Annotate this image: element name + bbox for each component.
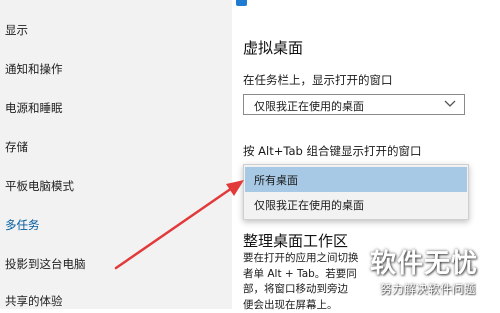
sidebar-item-display[interactable]: 显示 (5, 22, 28, 38)
alt-tab-option-current-desktop[interactable]: 仅限我正在使用的桌面 (245, 192, 467, 217)
taskbar-windows-label: 在任务栏上，显示打开的窗口 (243, 72, 393, 88)
taskbar-windows-dropdown[interactable]: 仅限我正在使用的桌面 (243, 94, 465, 115)
sidebar-item-shared-experiences[interactable]: 共享的体验 (5, 293, 63, 309)
virtual-desktops-title: 虚拟桌面 (243, 37, 303, 58)
chevron-down-icon (444, 99, 456, 109)
taskbar-windows-value: 仅限我正在使用的桌面 (254, 98, 364, 114)
alt-tab-option-label: 所有桌面 (254, 172, 298, 188)
alt-tab-option-label: 仅限我正在使用的桌面 (254, 197, 364, 213)
sidebar-item-storage[interactable]: 存储 (5, 139, 28, 155)
alt-tab-option-all-desktops[interactable]: 所有桌面 (245, 167, 467, 192)
watermark: 软件无忧 努力解决软件问题 (370, 243, 496, 303)
alt-tab-dropdown-list: 所有桌面 仅限我正在使用的桌面 (243, 164, 469, 220)
sidebar-item-project-to-pc[interactable]: 投影到这台电脑 (5, 256, 86, 272)
watermark-logo: 软件无忧 (370, 243, 490, 281)
alt-tab-label: 按 Alt+Tab 组合键显示打开的窗口 (243, 143, 422, 159)
sidebar-item-tablet-mode[interactable]: 平板电脑模式 (5, 178, 74, 194)
sidebar-item-notifications[interactable]: 通知和操作 (5, 61, 63, 77)
sidebar-item-multitasking[interactable]: 多任务 (5, 217, 40, 233)
sidebar-item-power-sleep[interactable]: 电源和睡眠 (5, 100, 63, 116)
settings-sidebar: 显示 通知和操作 电源和睡眠 存储 平板电脑模式 多任务 投影到这台电脑 共享的… (0, 0, 232, 309)
snap-section-title: 整理桌面工作区 (243, 230, 348, 251)
watermark-tagline: 努力解决软件问题 (380, 281, 476, 297)
